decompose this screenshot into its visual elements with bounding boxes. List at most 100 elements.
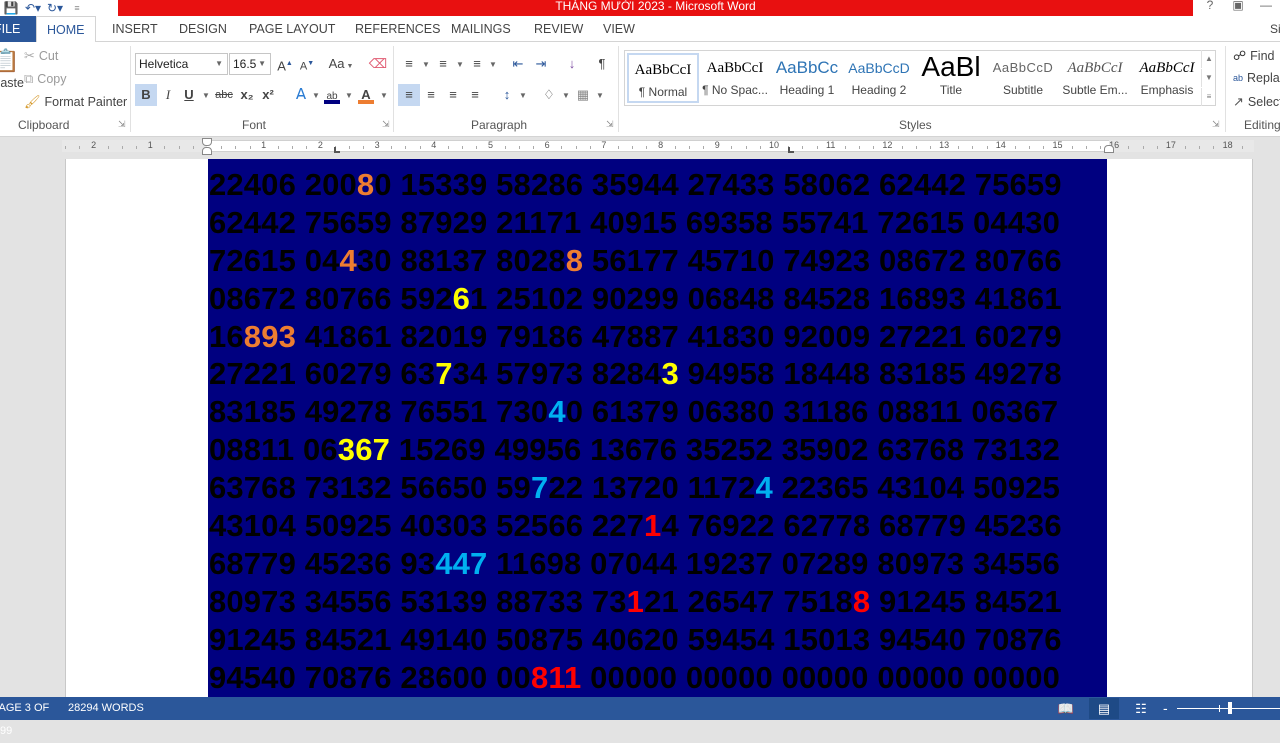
gallery-scroll-down-icon[interactable]: ▼ bbox=[1201, 69, 1216, 87]
minimize-icon[interactable]: — bbox=[1252, 0, 1280, 16]
increase-indent-icon[interactable]: ⇥ bbox=[530, 53, 552, 75]
gallery-scroll-up-icon[interactable]: ▲ bbox=[1201, 50, 1216, 68]
tab-home[interactable]: HOME bbox=[36, 16, 96, 43]
justify-icon[interactable]: ≡ bbox=[464, 84, 486, 106]
digits-text: 16 bbox=[209, 318, 244, 354]
style-normal[interactable]: AaBbCcI ¶ Normal bbox=[627, 53, 699, 103]
multilevel-dropdown-icon[interactable]: ▼ bbox=[489, 60, 497, 69]
paste-icon: 📋 bbox=[0, 48, 20, 73]
font-name-combo[interactable]: Helvetica ▼ bbox=[135, 53, 228, 75]
tab-stop-marker[interactable] bbox=[334, 147, 340, 153]
highlight-dropdown-icon[interactable]: ▼ bbox=[345, 91, 353, 100]
cut-button[interactable]: ✂ Cut bbox=[24, 48, 58, 64]
ruler-minor-tick bbox=[235, 146, 237, 149]
tab-stop-marker[interactable] bbox=[788, 147, 794, 153]
multilevel-list-icon[interactable]: ≡ bbox=[466, 53, 488, 75]
format-painter-button[interactable]: 🖌 Format Painter bbox=[24, 94, 127, 110]
underline-button[interactable]: U bbox=[178, 84, 200, 106]
ruler-minor-tick bbox=[533, 146, 535, 149]
tab-mailings[interactable]: MAILINGS bbox=[441, 16, 521, 42]
style-heading-1[interactable]: AaBbCc Heading 1 bbox=[771, 53, 843, 103]
right-indent-marker[interactable] bbox=[1104, 145, 1114, 153]
digits-text: 72615 04 bbox=[209, 242, 340, 278]
copy-button[interactable]: ⧉ Copy bbox=[24, 71, 66, 87]
align-center-icon[interactable]: ≡ bbox=[420, 84, 442, 106]
ribbon-display-options-icon[interactable]: ▣ bbox=[1224, 0, 1252, 16]
style-emphasis[interactable]: AaBbCcI Emphasis bbox=[1131, 53, 1203, 103]
numbering-icon[interactable]: ≡ bbox=[432, 53, 454, 75]
highlight-color-button[interactable]: ab bbox=[321, 84, 343, 106]
tab-review[interactable]: REVIEW bbox=[524, 16, 593, 42]
italic-button[interactable]: I bbox=[157, 84, 179, 106]
binoculars-icon: ☍ bbox=[1233, 48, 1247, 63]
hanging-indent-marker[interactable] bbox=[202, 147, 212, 155]
redo-icon[interactable]: ↻▾ bbox=[44, 0, 66, 16]
undo-icon[interactable]: ↶▾ bbox=[22, 0, 44, 16]
customize-qat-icon[interactable]: ≡ bbox=[66, 0, 88, 16]
subscript-button[interactable]: x₂ bbox=[236, 84, 258, 106]
replace-button[interactable]: ab Replace bbox=[1233, 71, 1280, 85]
text-effects-icon[interactable]: 𝖠 bbox=[290, 84, 312, 106]
tab-design[interactable]: DESIGN bbox=[169, 16, 237, 42]
borders-icon[interactable]: ▦ bbox=[572, 84, 594, 106]
tab-view[interactable]: VIEW bbox=[593, 16, 645, 42]
bullets-dropdown-icon[interactable]: ▼ bbox=[422, 60, 430, 69]
style-subtle-emphasis[interactable]: AaBbCcI Subtle Em... bbox=[1059, 53, 1131, 103]
text-effects-dropdown-icon[interactable]: ▼ bbox=[312, 91, 320, 100]
word-count[interactable]: 28294 WORDS bbox=[68, 697, 144, 720]
select-button[interactable]: ↗ Select bbox=[1233, 94, 1280, 110]
bullets-icon[interactable]: ≡ bbox=[398, 53, 420, 75]
superscript-button[interactable]: x² bbox=[257, 84, 279, 106]
show-formatting-marks-icon[interactable]: ¶ bbox=[591, 53, 613, 75]
save-icon[interactable]: 💾 bbox=[0, 0, 22, 16]
first-line-indent-marker[interactable] bbox=[202, 138, 212, 146]
style-subtitle[interactable]: AaBbCcD Subtitle bbox=[987, 53, 1059, 103]
shading-dropdown-icon[interactable]: ▼ bbox=[562, 91, 570, 100]
zoom-out-button[interactable]: - bbox=[1163, 697, 1168, 719]
font-size-combo[interactable]: 16.5 ▼ bbox=[229, 53, 271, 75]
style-no-spacing[interactable]: AaBbCcI ¶ No Spac... bbox=[699, 53, 771, 103]
tab-file[interactable]: FILE bbox=[0, 16, 36, 42]
read-mode-icon[interactable]: 📖 bbox=[1051, 698, 1081, 719]
zoom-slider-thumb[interactable] bbox=[1228, 702, 1232, 714]
gallery-more-icon[interactable]: ≡ bbox=[1201, 88, 1216, 106]
styles-dialog-launcher-icon[interactable]: ⇲ bbox=[1212, 119, 1220, 130]
clear-formatting-icon[interactable]: ⌫ bbox=[367, 53, 389, 75]
style-title[interactable]: AaBl Title bbox=[915, 53, 987, 103]
strikethrough-button[interactable]: abc bbox=[213, 84, 235, 106]
decrease-indent-icon[interactable]: ⇤ bbox=[507, 53, 529, 75]
numbering-dropdown-icon[interactable]: ▼ bbox=[456, 60, 464, 69]
align-left-icon[interactable]: ≡ bbox=[398, 84, 420, 106]
change-case-button[interactable]: Aa ▼ bbox=[326, 53, 356, 75]
align-right-icon[interactable]: ≡ bbox=[442, 84, 464, 106]
paste-button[interactable]: 📋 Paste bbox=[0, 48, 24, 90]
shading-icon[interactable]: ♢ bbox=[538, 84, 560, 106]
print-layout-icon[interactable]: ▤ bbox=[1089, 698, 1119, 719]
ruler-minor-tick bbox=[121, 146, 123, 149]
bold-button[interactable]: B bbox=[135, 84, 157, 106]
font-dialog-launcher-icon[interactable]: ⇲ bbox=[382, 119, 390, 130]
line-spacing-dropdown-icon[interactable]: ▼ bbox=[519, 91, 527, 100]
grow-font-icon[interactable]: A▲ bbox=[274, 53, 296, 75]
paragraph-dialog-launcher-icon[interactable]: ⇲ bbox=[606, 119, 614, 130]
tab-references[interactable]: REFERENCES bbox=[345, 16, 450, 42]
find-button[interactable]: ☍ Find bbox=[1233, 48, 1275, 64]
page-number-indicator[interactable]: PAGE 3 OF 99 bbox=[0, 697, 55, 743]
borders-dropdown-icon[interactable]: ▼ bbox=[596, 91, 604, 100]
tab-page-layout[interactable]: PAGE LAYOUT bbox=[239, 16, 345, 42]
number-table-content[interactable]: 22406 20080 15339 58286 35944 27433 5806… bbox=[208, 159, 1107, 697]
web-layout-icon[interactable]: ☷ bbox=[1126, 698, 1156, 719]
shrink-font-icon[interactable]: A▼ bbox=[296, 53, 318, 75]
underline-dropdown-icon[interactable]: ▼ bbox=[202, 91, 210, 100]
sort-icon[interactable]: ↓ bbox=[561, 53, 583, 75]
horizontal-ruler[interactable]: 2 1 1 2 3 4 5 6 7 8 9 10 11 12 13 14 15 16 17 18 bbox=[0, 137, 1280, 159]
document-area[interactable]: 22406 20080 15339 58286 35944 27433 5806… bbox=[0, 159, 1280, 697]
font-color-swatch bbox=[358, 100, 374, 104]
font-color-dropdown-icon[interactable]: ▼ bbox=[380, 91, 388, 100]
tab-insert[interactable]: INSERT bbox=[102, 16, 168, 42]
line-spacing-icon[interactable]: ↕ bbox=[496, 84, 518, 106]
font-color-button[interactable]: A bbox=[355, 84, 377, 106]
clipboard-dialog-launcher-icon[interactable]: ⇲ bbox=[118, 119, 126, 130]
help-icon[interactable]: ? bbox=[1196, 0, 1224, 16]
style-heading-2[interactable]: AaBbCcD Heading 2 bbox=[843, 53, 915, 103]
